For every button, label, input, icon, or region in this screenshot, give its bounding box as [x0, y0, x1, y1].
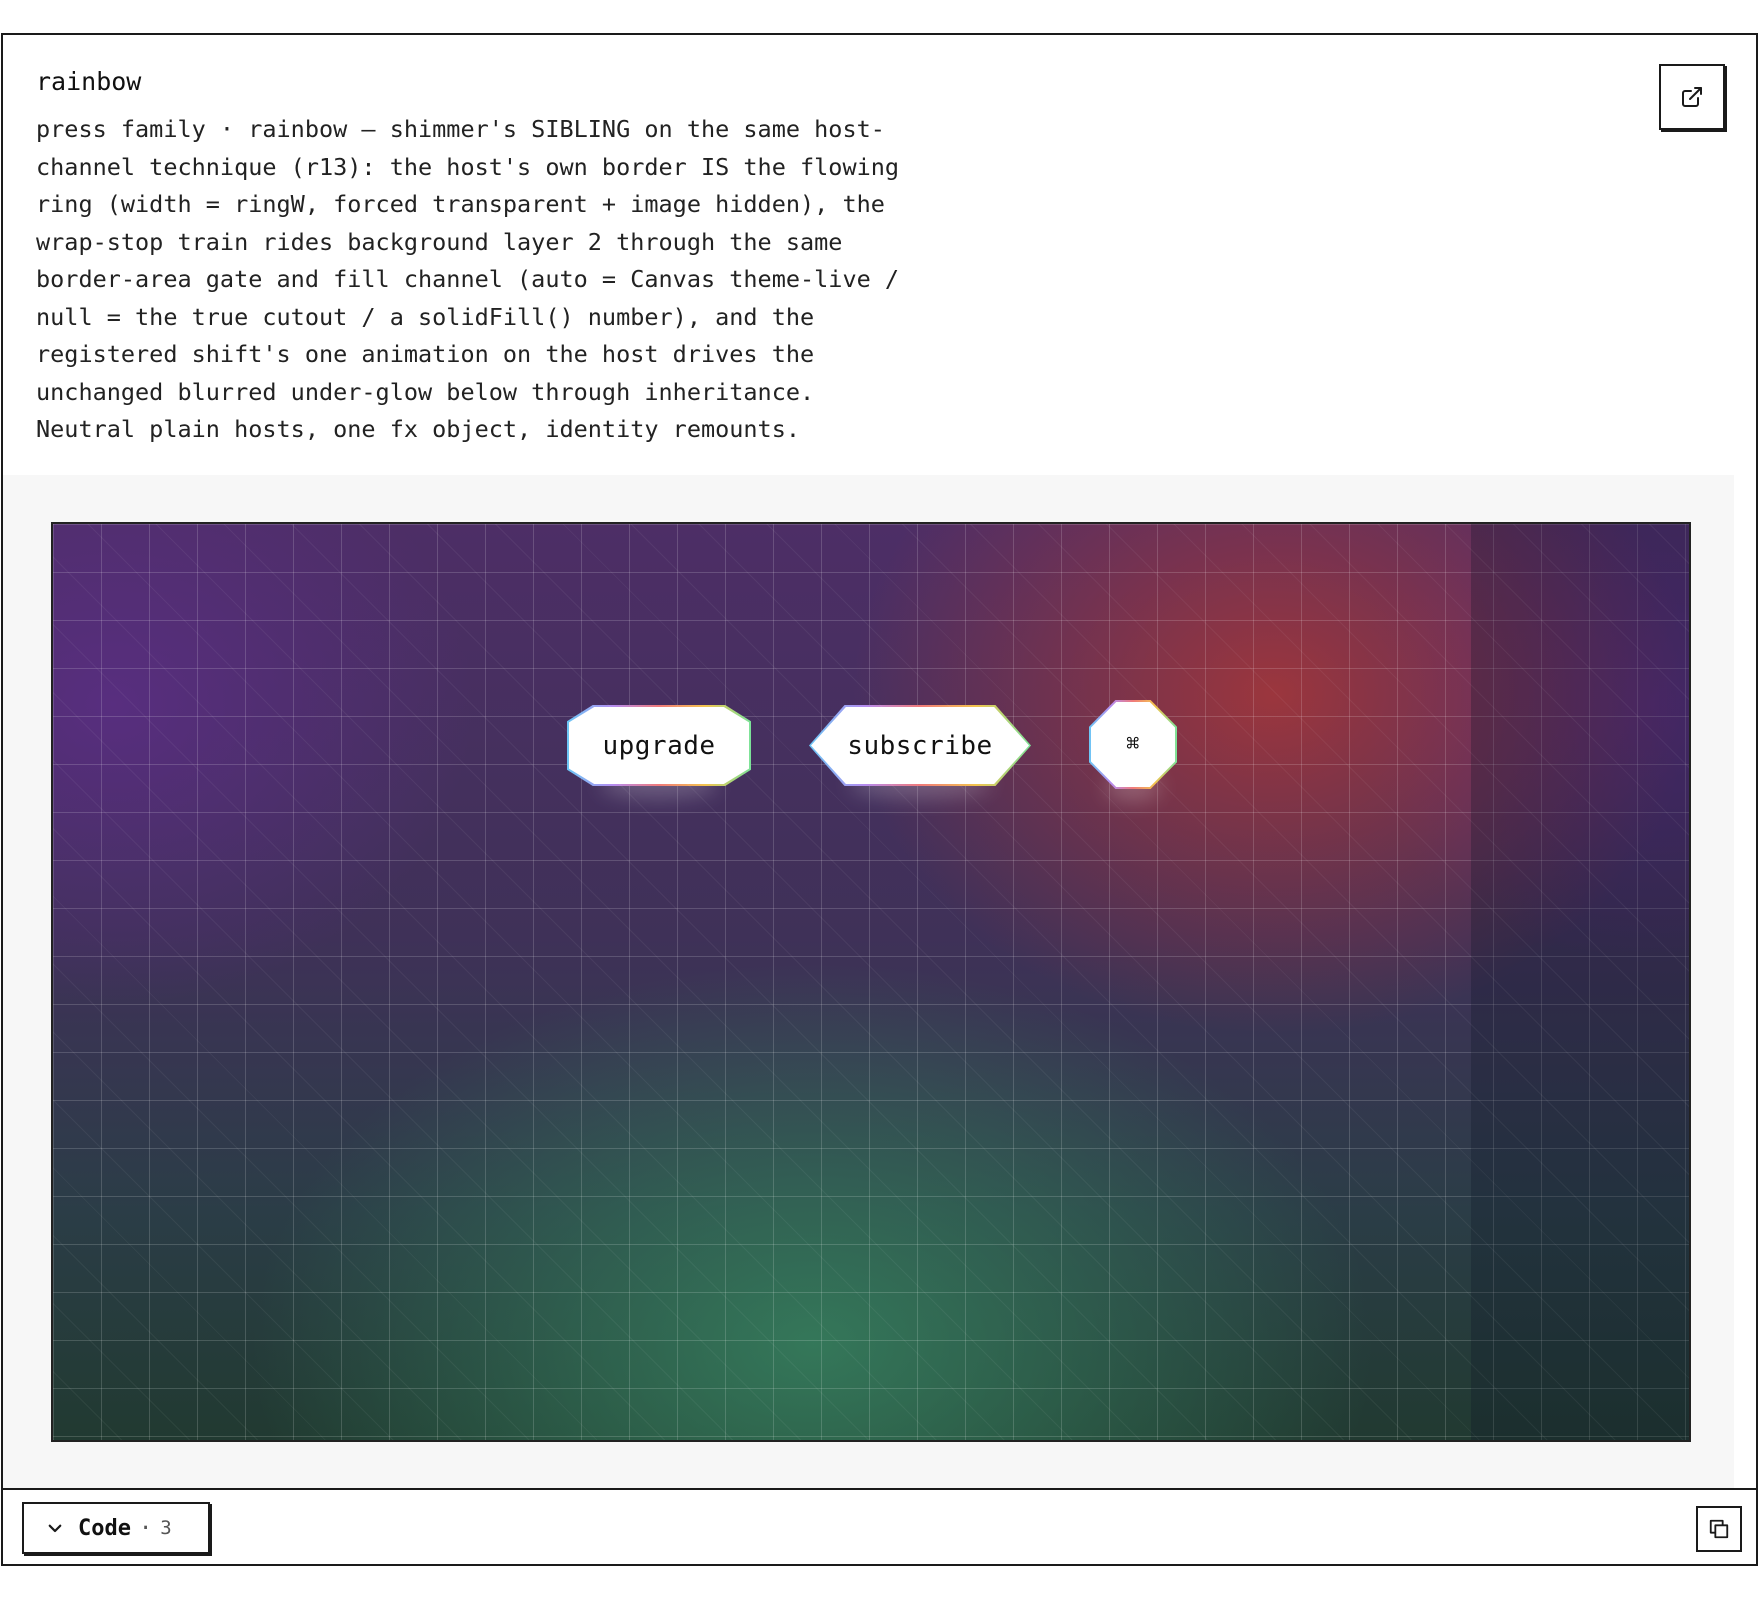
under-glow [1104, 773, 1162, 801]
card-footer: Code · 3 [3, 1488, 1756, 1564]
preview-canvas: upgrade subscribe ⌘ [51, 522, 1691, 1442]
subscribe-button[interactable]: subscribe [809, 705, 1031, 798]
code-toggle-label: Code [78, 1515, 131, 1541]
rainbow-ring: ⌘ [1089, 700, 1177, 789]
preview-stage: upgrade subscribe ⌘ [3, 475, 1756, 1492]
open-external-button[interactable] [1659, 64, 1725, 130]
under-glow [848, 770, 992, 798]
command-icon: ⌘ [1091, 702, 1175, 787]
card-title: rainbow [36, 67, 142, 96]
stage-scrollbar-track [1734, 475, 1756, 1492]
code-count: 3 [160, 1517, 172, 1539]
demo-card: rainbow press family · rainbow — shimmer… [1, 33, 1758, 1566]
under-glow [600, 770, 718, 798]
card-description: press family · rainbow — shimmer's SIBLI… [36, 115, 900, 443]
copy-icon [1709, 1519, 1729, 1539]
card-header: rainbow press family · rainbow — shimmer… [3, 35, 1756, 477]
external-link-icon [1682, 87, 1702, 107]
canvas-shade-column [1471, 524, 1689, 1440]
chevron-down-icon [46, 1519, 64, 1537]
rainbow-ring: upgrade [567, 705, 751, 786]
copy-button[interactable] [1696, 1506, 1742, 1552]
subscribe-button-label: subscribe [811, 707, 1029, 784]
upgrade-button[interactable]: upgrade [567, 705, 751, 798]
command-button[interactable]: ⌘ [1089, 700, 1177, 801]
upgrade-button-label: upgrade [569, 707, 749, 784]
code-toggle-button[interactable]: Code · 3 [22, 1502, 210, 1554]
rainbow-ring: subscribe [809, 705, 1031, 786]
code-separator: · [138, 1515, 153, 1541]
